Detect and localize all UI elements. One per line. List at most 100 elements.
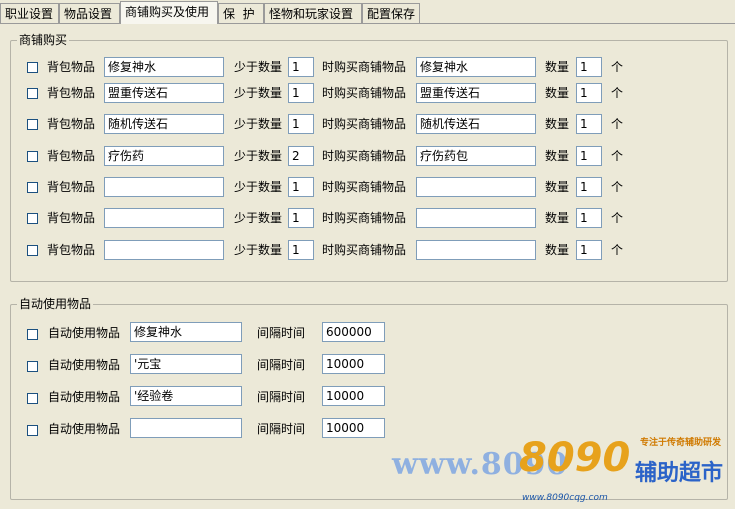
auto-use-checkbox[interactable] — [27, 361, 38, 372]
quantity-field[interactable]: 1 — [576, 114, 602, 134]
buy-shop-item-label: 时购买商铺物品 — [322, 180, 407, 194]
less-than-label: 少于数量 — [234, 86, 283, 100]
quantity-field[interactable]: 1 — [576, 240, 602, 260]
bag-item-label: 背包物品 — [47, 86, 96, 100]
shop-row: 背包物品 少于数量 1 时购买商铺物品 数量 1 个 — [11, 177, 727, 199]
auto-use-checkbox[interactable] — [27, 393, 38, 404]
site-watermark: www.8090 8090 专注于传奇辅助研发 辅助超市 www.8090cqg… — [392, 431, 727, 505]
interval-field[interactable]: 600000 — [322, 322, 385, 342]
tab-label: 商铺购买及使用 — [125, 5, 210, 19]
watermark-tagline: 专注于传奇辅助研发 — [639, 438, 721, 448]
auto-use-item-field[interactable]: '经验卷 — [130, 386, 242, 406]
interval-label: 间隔时间 — [257, 358, 306, 372]
auto-use-label: 自动使用物品 — [48, 326, 121, 340]
auto-use-row: 自动使用物品 修复神水 间隔时间 600000 — [11, 322, 411, 344]
quantity-field[interactable]: 1 — [576, 146, 602, 166]
auto-use-label: 自动使用物品 — [48, 422, 121, 436]
unit-label: 个 — [611, 60, 624, 74]
interval-field[interactable]: 10000 — [322, 354, 385, 374]
shop-item-field[interactable]: 随机传送石 — [416, 114, 536, 134]
shop-row: 背包物品 疗伤药 少于数量 2 时购买商铺物品 疗伤药包 数量 1 个 — [11, 146, 727, 168]
buy-shop-item-label: 时购买商铺物品 — [322, 211, 407, 225]
tab-config-save[interactable]: 配置保存 — [362, 3, 420, 23]
buy-shop-item-label: 时购买商铺物品 — [322, 117, 407, 131]
tab-job-settings[interactable]: 职业设置 — [0, 3, 59, 23]
unit-label: 个 — [611, 180, 624, 194]
unit-label: 个 — [611, 86, 624, 100]
min-count-field[interactable]: 1 — [288, 57, 314, 77]
tab-label: 保 护 — [223, 7, 255, 21]
unit-label: 个 — [611, 211, 624, 225]
shop-row: 背包物品 修复神水 少于数量 1 时购买商铺物品 修复神水 数量 1 个 — [11, 57, 727, 79]
bag-item-label: 背包物品 — [47, 243, 96, 257]
quantity-label: 数量 — [545, 60, 570, 74]
bag-item-label: 背包物品 — [47, 149, 96, 163]
quantity-label: 数量 — [545, 211, 570, 225]
shop-row-checkbox[interactable] — [27, 245, 38, 256]
bag-item-label: 背包物品 — [47, 60, 96, 74]
tab-monster-player-settings[interactable]: 怪物和玩家设置 — [264, 3, 362, 23]
shop-row-checkbox[interactable] — [27, 151, 38, 162]
watermark-site: www.8090cqg.com — [522, 493, 608, 503]
interval-label: 间隔时间 — [257, 326, 306, 340]
shop-item-field[interactable]: 盟重传送石 — [416, 83, 536, 103]
shop-item-field[interactable] — [416, 177, 536, 197]
less-than-label: 少于数量 — [234, 149, 283, 163]
shop-item-field[interactable]: 疗伤药包 — [416, 146, 536, 166]
shop-row-checkbox[interactable] — [27, 119, 38, 130]
auto-use-title: 自动使用物品 — [17, 297, 94, 312]
auto-use-checkbox[interactable] — [27, 425, 38, 436]
quantity-label: 数量 — [545, 117, 570, 131]
quantity-field[interactable]: 1 — [576, 177, 602, 197]
unit-label: 个 — [611, 243, 624, 257]
bag-item-label: 背包物品 — [47, 180, 96, 194]
min-count-field[interactable]: 1 — [288, 114, 314, 134]
tab-bar: 职业设置 物品设置 商铺购买及使用 保 护 怪物和玩家设置 配置保存 — [0, 0, 735, 24]
tab-label: 职业设置 — [5, 7, 54, 21]
interval-label: 间隔时间 — [257, 422, 306, 436]
tab-label: 配置保存 — [367, 7, 416, 21]
shop-row-checkbox[interactable] — [27, 62, 38, 73]
quantity-field[interactable]: 1 — [576, 57, 602, 77]
bag-item-field[interactable]: 疗伤药 — [104, 146, 224, 166]
min-count-field[interactable]: 1 — [288, 208, 314, 228]
buy-shop-item-label: 时购买商铺物品 — [322, 60, 407, 74]
auto-use-row: 自动使用物品 间隔时间 10000 — [11, 418, 411, 440]
shop-row-checkbox[interactable] — [27, 213, 38, 224]
auto-use-item-field[interactable]: 修复神水 — [130, 322, 242, 342]
min-count-field[interactable]: 1 — [288, 83, 314, 103]
shop-item-field[interactable] — [416, 208, 536, 228]
interval-field[interactable]: 10000 — [322, 386, 385, 406]
auto-use-checkbox[interactable] — [27, 329, 38, 340]
bag-item-field[interactable] — [104, 177, 224, 197]
min-count-field[interactable]: 2 — [288, 146, 314, 166]
shop-item-field[interactable]: 修复神水 — [416, 57, 536, 77]
tab-protection[interactable]: 保 护 — [218, 3, 264, 23]
interval-field[interactable]: 10000 — [322, 418, 385, 438]
bag-item-field[interactable]: 修复神水 — [104, 57, 224, 77]
shop-row-checkbox[interactable] — [27, 88, 38, 99]
shop-purchase-title: 商铺购买 — [17, 33, 70, 48]
quantity-label: 数量 — [545, 86, 570, 100]
shop-item-field[interactable] — [416, 240, 536, 260]
auto-use-label: 自动使用物品 — [48, 358, 121, 372]
shop-row: 背包物品 盟重传送石 少于数量 1 时购买商铺物品 盟重传送石 数量 1 个 — [11, 83, 727, 105]
watermark-logo: 8090 — [519, 435, 631, 481]
auto-use-item-field[interactable] — [130, 418, 242, 438]
shop-row-checkbox[interactable] — [27, 182, 38, 193]
tab-shop-buy-use[interactable]: 商铺购买及使用 — [120, 1, 218, 24]
bag-item-field[interactable] — [104, 208, 224, 228]
bag-item-field[interactable] — [104, 240, 224, 260]
quantity-field[interactable]: 1 — [576, 83, 602, 103]
auto-use-label: 自动使用物品 — [48, 390, 121, 404]
min-count-field[interactable]: 1 — [288, 240, 314, 260]
auto-use-item-field[interactable]: '元宝 — [130, 354, 242, 374]
auto-use-row: 自动使用物品 '元宝 间隔时间 10000 — [11, 354, 411, 376]
bag-item-field[interactable]: 随机传送石 — [104, 114, 224, 134]
tab-item-settings[interactable]: 物品设置 — [59, 3, 120, 23]
min-count-field[interactable]: 1 — [288, 177, 314, 197]
buy-shop-item-label: 时购买商铺物品 — [322, 86, 407, 100]
less-than-label: 少于数量 — [234, 243, 283, 257]
quantity-field[interactable]: 1 — [576, 208, 602, 228]
bag-item-field[interactable]: 盟重传送石 — [104, 83, 224, 103]
